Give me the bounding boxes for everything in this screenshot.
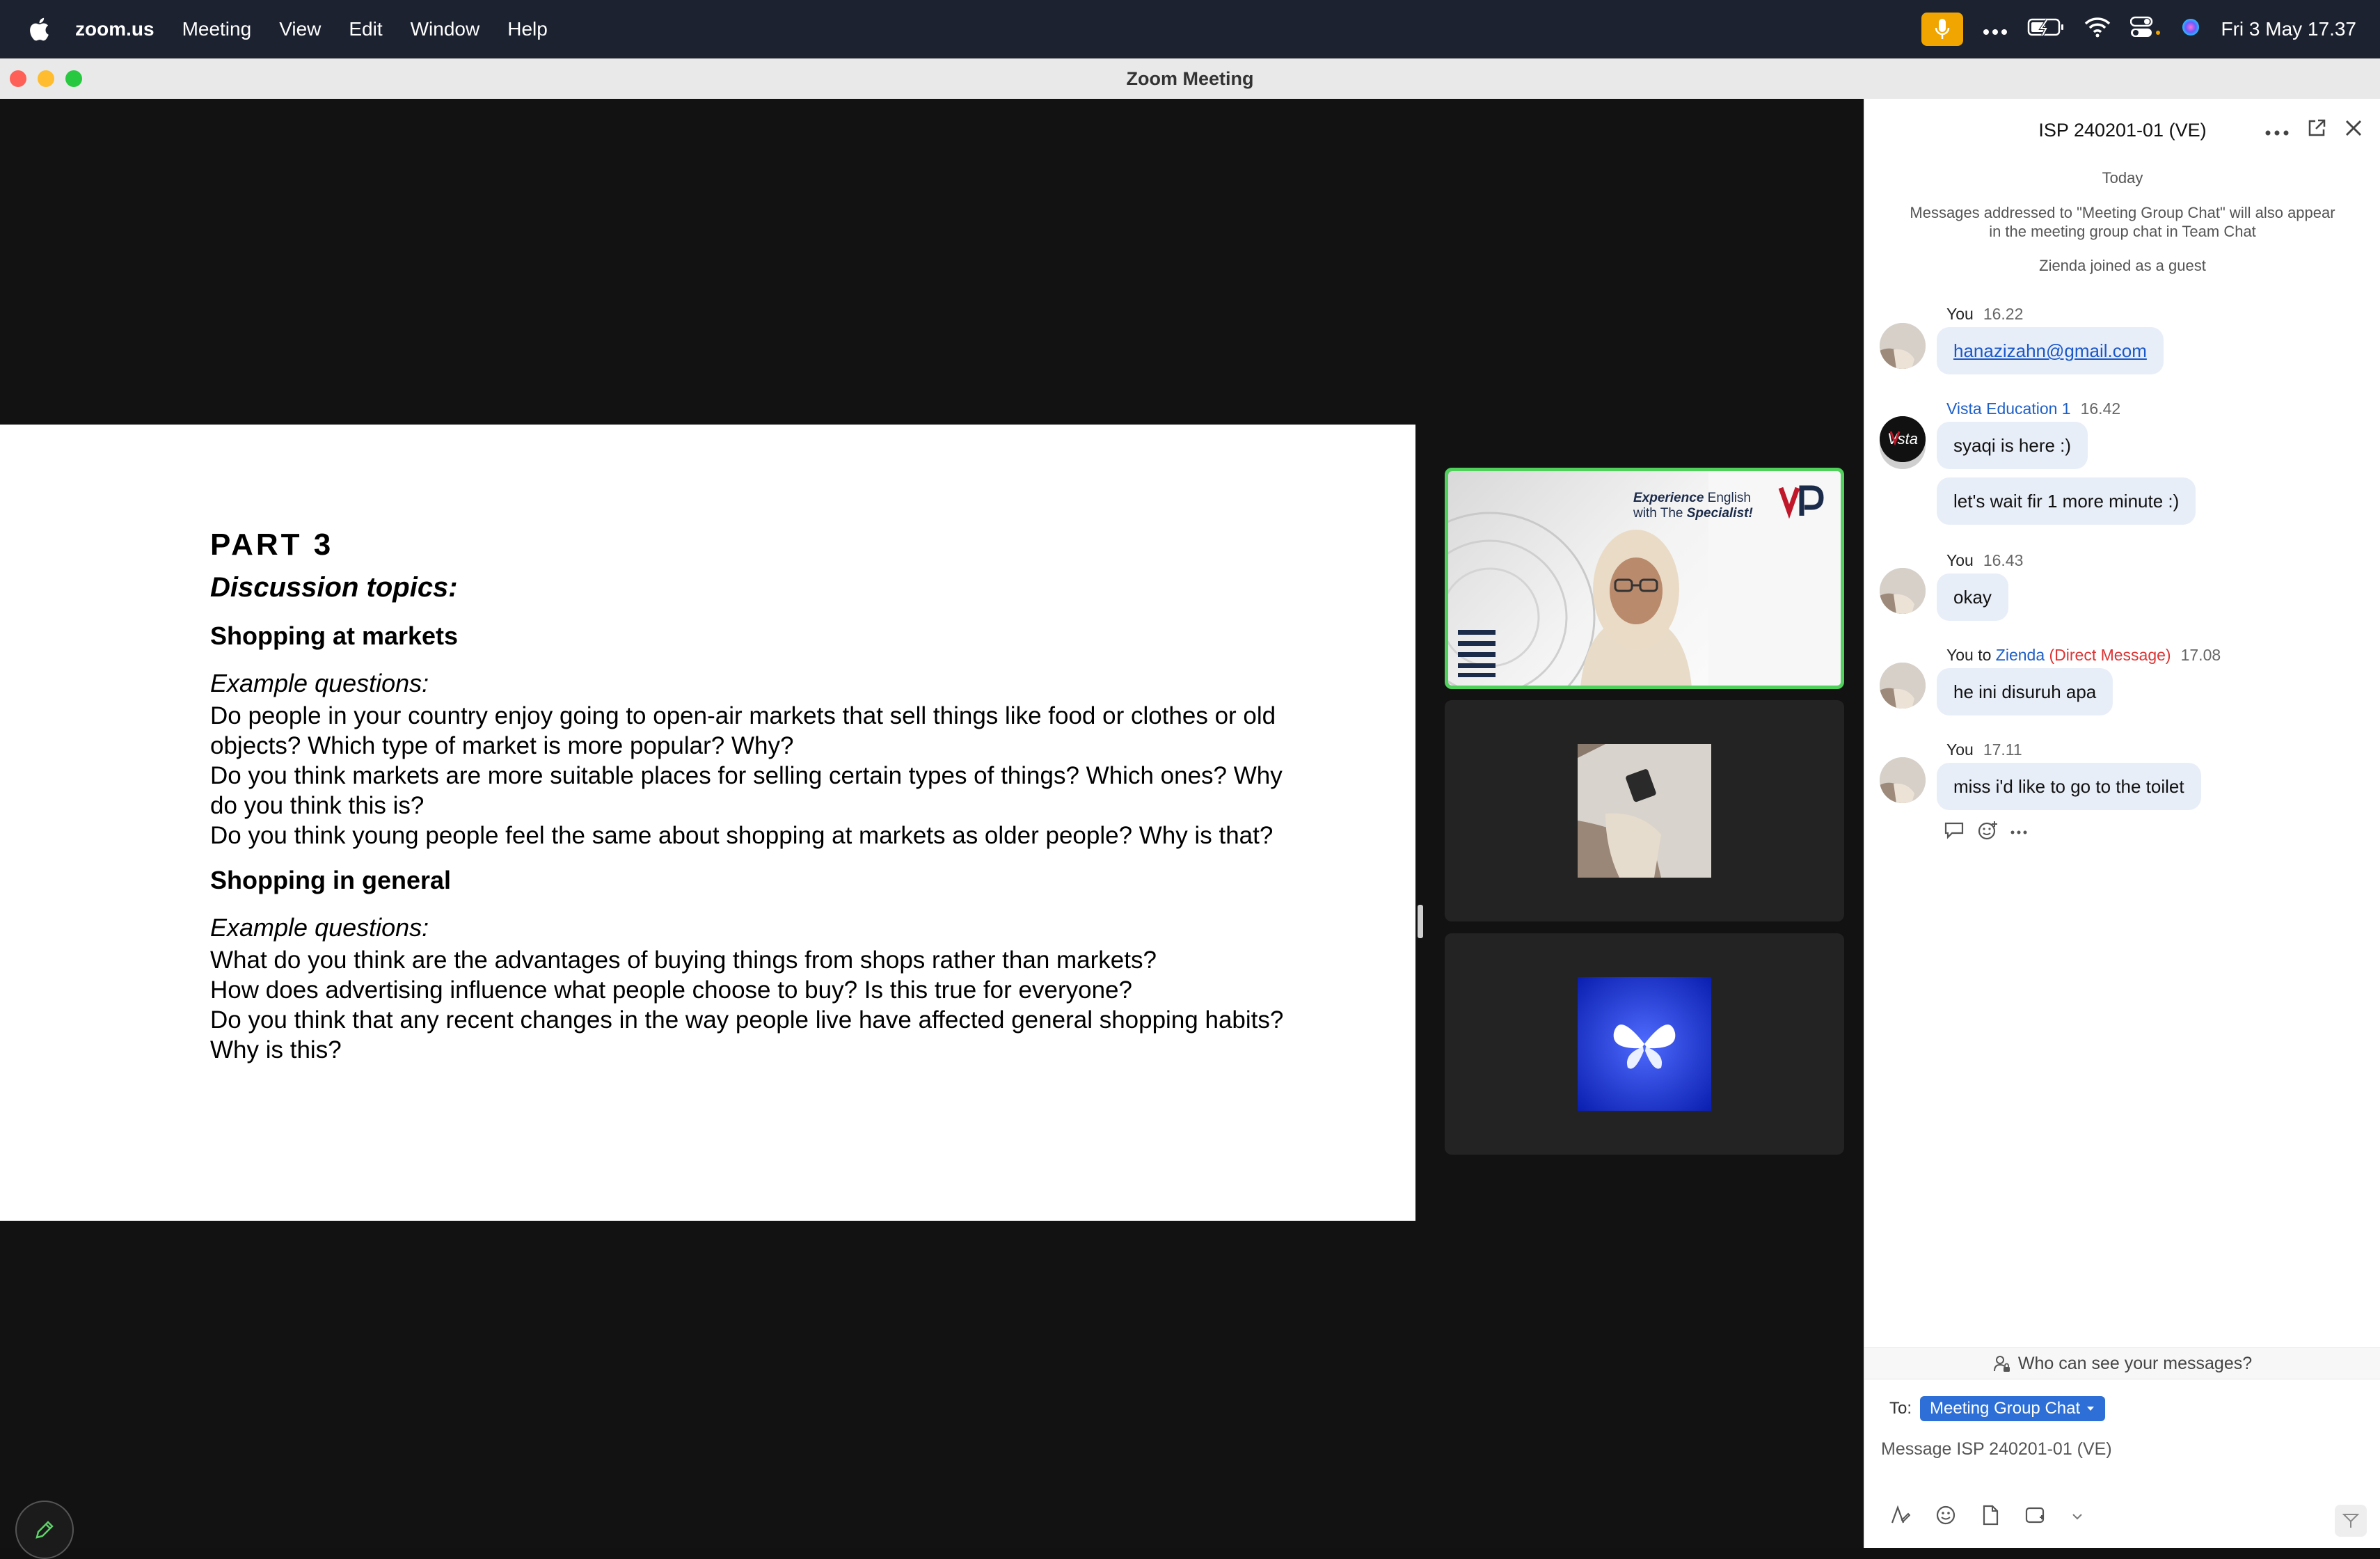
video-tile-active-speaker[interactable]: Experience English with The Specialist! [1445,468,1844,689]
to-label: To: [1889,1399,1912,1418]
message-sender: You 16.43 [1946,551,2024,569]
participant-avatar-butterfly [1578,977,1711,1111]
email-link[interactable]: hanazizahn@gmail.com [1953,340,2147,361]
slide-question: Do you think markets are more suitable p… [210,762,1283,819]
message-bubble[interactable]: syaqi is here :) [1937,422,2088,469]
slide-section: Shopping at markets Example questions: D… [210,622,1296,850]
slide-example-label: Example questions: [210,669,429,697]
meeting-area: PART 3 Discussion topics: Shopping at ma… [0,99,1864,1559]
chat-date-label: Today [2102,169,2143,187]
format-text-icon[interactable] [1889,1505,1911,1529]
video-tile-participant[interactable] [1445,933,1844,1155]
message-bubble[interactable]: okay [1937,573,2008,621]
wifi-icon[interactable] [2084,17,2111,42]
close-window-button[interactable] [10,70,26,87]
shared-screen-slide: PART 3 Discussion topics: Shopping at ma… [0,425,1415,1221]
battery-icon[interactable] [2027,17,2065,42]
annotate-button[interactable] [15,1501,74,1559]
zoom-window-button[interactable] [65,70,82,87]
message-bubble[interactable]: miss i'd like to go to the toilet [1937,763,2201,810]
chat-info-note: Messages addressed to "Meeting Group Cha… [1910,204,2335,240]
slide-section-heading: Shopping in general [210,866,452,894]
menu-app-name[interactable]: zoom.us [75,18,154,40]
minimize-window-button[interactable] [38,70,54,87]
vip-english-logo [1778,485,1824,519]
chat-panel: ISP 240201-01 (VE) Today Messages addres… [1864,99,2380,1548]
avatar[interactable] [1880,568,1926,614]
message-bubble[interactable]: he ini disuruh apa [1937,668,2113,715]
menu-bar-clock[interactable]: Fri 3 May 17.37 [2221,18,2356,40]
participant-person-graphic [1580,530,1692,686]
message-bubble[interactable]: let's wait fir 1 more minute :) [1937,477,2196,525]
slide-question: Do you think young people feel the same … [210,822,1274,849]
recipient-row: To: Meeting Group Chat [1889,1396,2106,1421]
video-tile-participant[interactable] [1445,700,1844,921]
more-options-icon[interactable] [2265,120,2289,141]
emoji-icon[interactable] [1935,1505,1956,1529]
close-icon[interactable] [2345,119,2363,142]
split-view-drag-handle[interactable] [1418,905,1423,938]
compose-toolbar [1889,1505,2083,1529]
message-bubble[interactable]: hanazizahn@gmail.com [1937,327,2164,374]
menu-edit[interactable]: Edit [349,18,382,40]
send-icon [2342,1514,2360,1528]
slide-section: Shopping in general Example questions: W… [210,866,1296,1065]
person-lock-icon [1993,1356,2010,1372]
slide-question: Do you think that any recent changes in … [210,1006,1284,1063]
slide-topics-heading: Discussion topics: [210,572,458,603]
menu-lines-graphic [1458,630,1496,677]
avatar[interactable]: Vsta [1880,416,1926,462]
microphone-icon[interactable] [1921,13,1964,46]
message-sender: Vista Education 1 16.42 [1946,399,2121,418]
send-button[interactable] [2335,1505,2367,1537]
control-center-icon[interactable] [2130,16,2161,43]
slide-question: Do people in your country enjoy going to… [210,702,1276,759]
screenshot-icon[interactable] [2024,1505,2047,1529]
slide-question: How does advertising influence what peop… [210,976,1132,1004]
direct-message-label: (Direct Message) [2045,646,2171,664]
file-icon[interactable] [1981,1505,1999,1529]
pencil-icon [35,1521,54,1539]
slide-section-heading: Shopping at markets [210,622,459,650]
macos-menu-bar: zoom.us Meeting View Edit Window Help Fr… [0,0,2380,58]
menu-meeting[interactable]: Meeting [182,18,252,40]
more-icon[interactable] [1983,18,2008,40]
siri-icon[interactable] [2180,17,2201,42]
avatar[interactable] [1880,663,1926,709]
more-icon[interactable] [2010,826,2027,839]
chevron-down-icon[interactable] [2072,1511,2083,1524]
recipient-dropdown[interactable]: Meeting Group Chat [1920,1396,2106,1421]
avatar[interactable] [1880,757,1926,803]
chat-title: ISP 240201-01 (VE) [2038,119,2207,141]
menu-window[interactable]: Window [411,18,480,40]
participant-avatar-photo [1578,744,1711,878]
chat-join-note: Zienda joined as a guest [2039,257,2206,274]
chat-header: ISP 240201-01 (VE) [1864,99,2380,161]
message-sender: You 17.11 [1946,741,2022,759]
slide-example-label: Example questions: [210,913,429,942]
message-sender: You 16.22 [1946,305,2024,323]
window-title: Zoom Meeting [1126,68,1254,89]
slide-part-label: PART 3 [210,528,334,562]
menu-view[interactable]: View [279,18,321,40]
apple-icon[interactable] [26,15,51,43]
add-reaction-icon[interactable] [1977,820,1998,844]
slide-content: PART 3 Discussion topics: Shopping at ma… [210,528,1296,1080]
dm-recipient: Zienda [1995,646,2045,664]
who-can-see-messages-link[interactable]: Who can see your messages? [1864,1347,2380,1379]
chevron-down-icon [2087,1407,2095,1411]
window-title-bar: Zoom Meeting [0,58,2380,100]
reply-icon[interactable] [1944,821,1965,844]
message-actions [1944,820,2027,844]
pop-out-icon[interactable] [2307,118,2326,143]
message-input[interactable] [1880,1430,2363,1469]
message-sender: You to Zienda (Direct Message) 17.08 [1946,646,2221,664]
avatar[interactable] [1880,323,1926,369]
menu-help[interactable]: Help [507,18,548,40]
slide-question: What do you think are the advantages of … [210,947,1157,974]
